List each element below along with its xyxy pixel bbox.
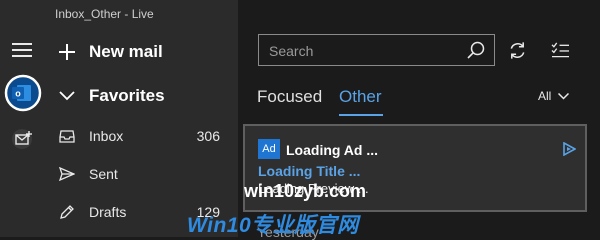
new-mail-button[interactable]: New mail: [45, 35, 238, 69]
chevron-down-icon: [558, 92, 570, 100]
window-title: Inbox_Other - Live: [55, 7, 154, 21]
folder-item-inbox[interactable]: Inbox 306: [45, 119, 238, 153]
new-mail-label: New mail: [89, 42, 163, 61]
search-input[interactable]: [267, 41, 461, 61]
account-button[interactable]: o: [4, 74, 42, 112]
ad-choices-icon[interactable]: [562, 142, 576, 156]
active-tab-indicator: [339, 114, 383, 116]
svg-text:o: o: [15, 89, 21, 99]
select-mode-icon[interactable]: [551, 42, 570, 59]
folder-pane: Inbox_Other - Live New mail Favorites In…: [45, 0, 238, 237]
search-box[interactable]: [258, 34, 495, 66]
folder-label: Inbox: [89, 128, 124, 144]
app-rail: o: [0, 0, 45, 237]
search-icon[interactable]: [467, 41, 485, 59]
plus-icon: [56, 41, 78, 63]
pencil-icon: [56, 201, 78, 223]
favorites-toggle[interactable]: Favorites: [45, 79, 238, 113]
filter-label: All: [538, 89, 552, 103]
send-icon: [56, 163, 78, 185]
chevron-down-icon: [56, 85, 78, 107]
folder-item-sent[interactable]: Sent: [45, 157, 238, 191]
sync-icon[interactable]: [508, 41, 527, 60]
filter-dropdown[interactable]: All: [538, 89, 570, 103]
watermark-site-text: win10zyb.com: [244, 181, 367, 201]
outlook-icon: o: [4, 74, 42, 112]
ad-badge: Ad: [258, 139, 280, 159]
hamburger-icon[interactable]: [12, 42, 32, 58]
watermark-brand-text: Win10专业版官网: [187, 214, 359, 237]
inbox-icon: [56, 125, 78, 147]
new-mail-icon[interactable]: [11, 128, 35, 150]
tab-focused[interactable]: Focused: [257, 87, 322, 107]
unread-count: 306: [196, 128, 220, 144]
favorites-label: Favorites: [89, 86, 165, 105]
ad-subtitle: Loading Title ...: [258, 163, 361, 179]
folder-label: Drafts: [89, 204, 127, 220]
folder-label: Sent: [89, 166, 118, 182]
tab-other[interactable]: Other: [339, 87, 382, 107]
ad-title: Loading Ad ...: [286, 142, 379, 158]
